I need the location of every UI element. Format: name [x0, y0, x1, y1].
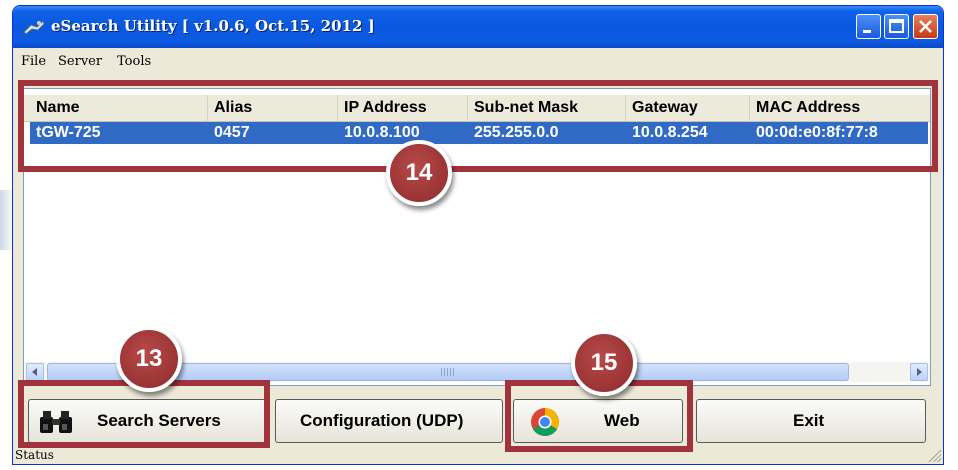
maximize-button[interactable]: [884, 14, 909, 39]
scroll-left-button[interactable]: [26, 363, 44, 381]
callout-badge-15: 15: [571, 330, 637, 396]
minimize-icon: [863, 30, 871, 33]
exit-button[interactable]: Exit: [696, 399, 926, 443]
scroll-right-arrow-icon: [917, 368, 922, 376]
status-text: Status: [15, 448, 54, 462]
configuration-udp-button[interactable]: Configuration (UDP): [275, 399, 503, 443]
menu-tools[interactable]: Tools: [117, 54, 151, 69]
scroll-right-button[interactable]: [910, 363, 928, 381]
status-bar: Status: [13, 446, 943, 464]
callout-box-14: [18, 80, 938, 172]
menu-bar: File Server Tools: [13, 48, 943, 76]
configuration-udp-label: Configuration (UDP): [300, 411, 464, 430]
window-title: eSearch Utility [ v1.0.6, Oct.15, 2012 ]: [51, 17, 375, 35]
maximize-icon: [889, 19, 904, 33]
menu-file[interactable]: File: [21, 54, 46, 69]
close-button[interactable]: [913, 14, 938, 39]
scroll-left-arrow-icon: [32, 368, 37, 376]
resize-grip[interactable]: [927, 448, 941, 462]
minimize-button[interactable]: [856, 14, 881, 39]
callout-badge-14: 14: [386, 140, 452, 206]
title-bar[interactable]: eSearch Utility [ v1.0.6, Oct.15, 2012 ]: [13, 6, 943, 48]
menu-server[interactable]: Server: [58, 54, 102, 69]
callout-badge-13: 13: [116, 326, 182, 392]
scroll-grip: [441, 368, 455, 376]
close-icon: [919, 20, 932, 33]
app-icon: [23, 20, 45, 35]
exit-label: Exit: [793, 411, 825, 430]
